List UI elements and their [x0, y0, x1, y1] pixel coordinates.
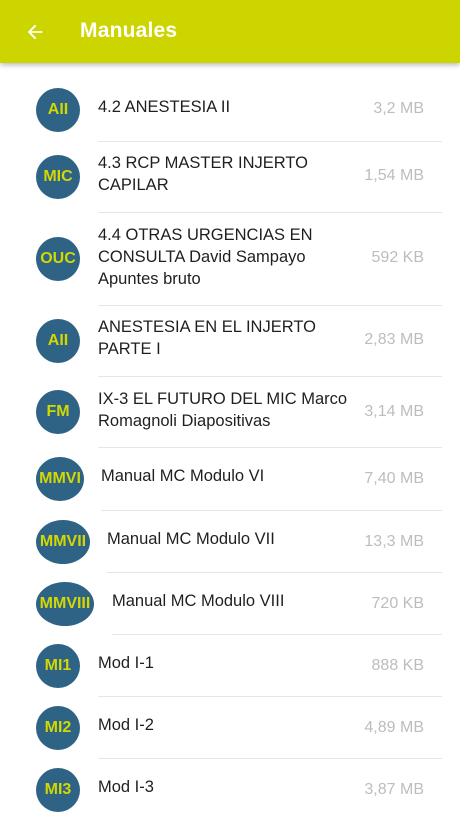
file-avatar: MIC — [36, 155, 80, 199]
file-avatar: MI2 — [36, 706, 80, 750]
list-item[interactable]: MI1 Mod I-1 888 KB — [0, 635, 460, 697]
list-item[interactable]: AII ANESTESIA EN EL INJERTO PARTE I 2,83… — [0, 306, 460, 377]
list-item[interactable]: AII 4.2 ANESTESIA II 3,2 MB — [0, 63, 460, 142]
file-size: 720 KB — [371, 595, 424, 612]
file-size: 4,89 MB — [364, 719, 424, 736]
file-avatar: AII — [36, 319, 80, 363]
file-size: 3,87 MB — [364, 781, 424, 798]
list-item[interactable]: FM IX-3 EL FUTURO DEL MIC Marco Romagnol… — [0, 377, 460, 448]
manuals-list[interactable]: AII 4.2 ANESTESIA II 3,2 MB MIC 4.3 RCP … — [0, 63, 460, 818]
file-size: 3,14 MB — [364, 403, 424, 420]
file-size: 888 KB — [371, 657, 424, 674]
list-item[interactable]: MI2 Mod I-2 4,89 MB — [0, 697, 460, 759]
list-item[interactable]: MI3 Mod I-3 3,87 MB — [0, 759, 460, 818]
file-avatar: AII — [36, 88, 80, 132]
file-title: Manual MC Modulo VIII — [112, 592, 285, 610]
page-title: Manuales — [80, 19, 178, 42]
file-title: Mod I-3 — [98, 778, 154, 796]
app-bar: Manuales — [0, 0, 460, 63]
file-title: ANESTESIA EN EL INJERTO PARTE I — [98, 318, 316, 358]
file-title: 4.2 ANESTESIA II — [98, 98, 231, 116]
file-size: 1,54 MB — [364, 167, 424, 184]
file-avatar: OUC — [36, 237, 80, 281]
file-avatar: MI3 — [36, 768, 80, 812]
file-title: Manual MC Modulo VII — [107, 530, 275, 548]
list-item[interactable]: OUC 4.4 OTRAS URGENCIAS EN CONSULTA Davi… — [0, 213, 460, 306]
file-avatar: MMVII — [36, 520, 90, 564]
file-title: Mod I-2 — [98, 716, 154, 734]
file-avatar: MMVIII — [36, 582, 94, 626]
file-title: 4.3 RCP MASTER INJERTO CAPILAR — [98, 154, 308, 194]
file-size: 7,40 MB — [364, 470, 424, 487]
list-item[interactable]: MIC 4.3 RCP MASTER INJERTO CAPILAR 1,54 … — [0, 142, 460, 213]
file-avatar: FM — [36, 390, 80, 434]
file-avatar: MI1 — [36, 644, 80, 688]
file-title: Mod I-1 — [98, 654, 154, 672]
file-title: Manual MC Modulo VI — [101, 467, 265, 485]
arrow-left-icon — [27, 24, 43, 40]
file-size: 592 KB — [371, 249, 424, 266]
list-item[interactable]: MMVIII Manual MC Modulo VIII 720 KB — [0, 573, 460, 635]
file-size: 3,2 MB — [373, 100, 424, 117]
file-size: 13,3 MB — [364, 533, 424, 550]
list-item[interactable]: MMVI Manual MC Modulo VI 7,40 MB — [0, 448, 460, 510]
file-size: 2,83 MB — [364, 331, 424, 348]
list-item[interactable]: MMVII Manual MC Modulo VII 13,3 MB — [0, 511, 460, 573]
file-title: 4.4 OTRAS URGENCIAS EN CONSULTA David Sa… — [98, 226, 313, 288]
file-title: IX-3 EL FUTURO DEL MIC Marco Romagnoli D… — [98, 390, 348, 430]
back-button[interactable] — [14, 11, 56, 53]
file-avatar: MMVI — [36, 457, 84, 501]
